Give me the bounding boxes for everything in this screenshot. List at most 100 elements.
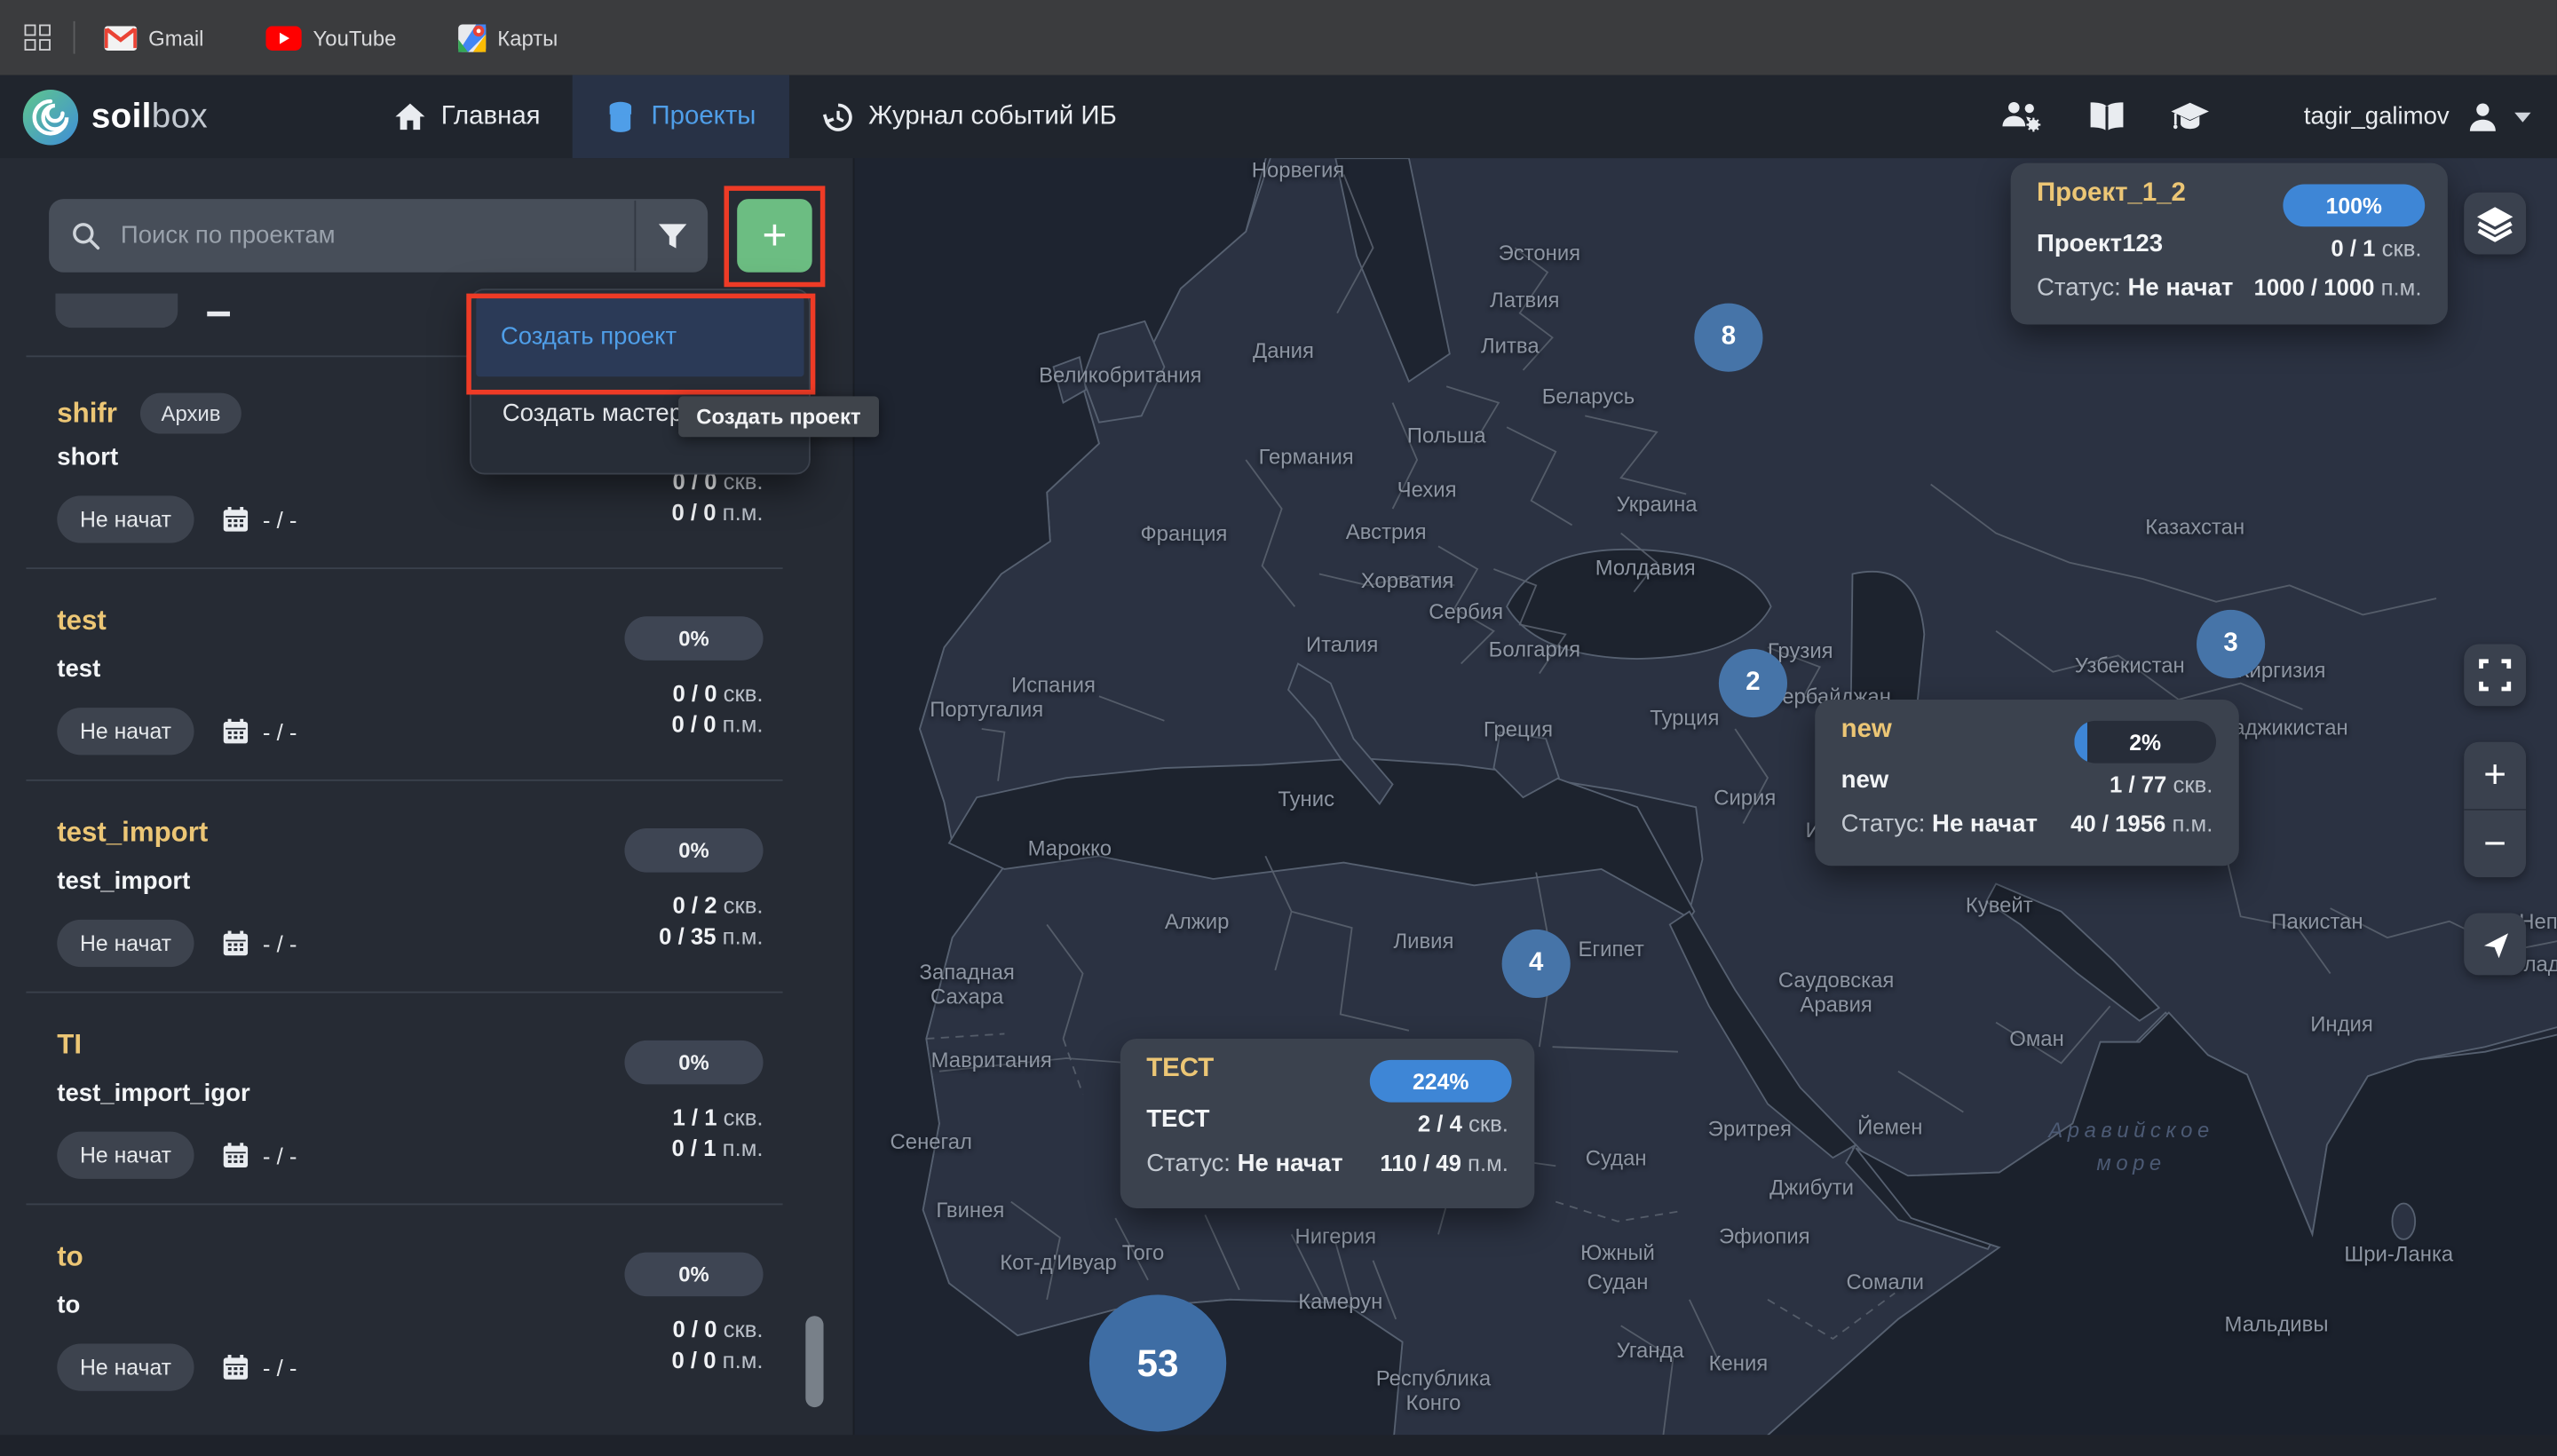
locate-button[interactable] xyxy=(2464,914,2526,976)
map-country-label: Египет xyxy=(1578,937,1643,961)
divider xyxy=(74,21,75,54)
divider xyxy=(26,567,782,569)
training-button[interactable] xyxy=(2168,100,2211,133)
filter-button[interactable] xyxy=(636,221,708,250)
nav-home-label: Главная xyxy=(441,102,541,131)
map-country-label: Сомали xyxy=(1846,1270,1924,1294)
project-status-row: Не начат - / - xyxy=(57,495,297,542)
project-card[interactable]: to to 0% 0 / 0 скв. 0 / 0 п.м. Не начат … xyxy=(0,1223,853,1436)
bookmark-maps[interactable]: Карты xyxy=(458,24,558,51)
meters-count: 0 / 0 п.м. xyxy=(671,1347,763,1373)
apps-grid-icon[interactable] xyxy=(25,25,51,51)
search-input[interactable] xyxy=(117,220,634,251)
meters-count: 110 / 49 п.м. xyxy=(1380,1150,1508,1175)
map-country-label: Уганда xyxy=(1617,1338,1684,1363)
nav-home[interactable]: Главная xyxy=(363,75,574,158)
project-subtitle: short xyxy=(57,444,118,471)
user-avatar-icon xyxy=(2466,99,2500,134)
brand[interactable]: soilbox xyxy=(23,89,208,144)
status-badge: Не начат xyxy=(57,1132,194,1179)
calendar-icon xyxy=(222,505,249,533)
menu-item-create-project[interactable]: Создать проект xyxy=(476,297,804,376)
docs-button[interactable] xyxy=(2087,101,2126,132)
progress-pill: 100% xyxy=(2283,185,2425,227)
map-country-label: Сирия xyxy=(1714,785,1776,810)
status-line: Статус: Не начат xyxy=(2037,274,2233,302)
map-cluster-marker[interactable]: 8 xyxy=(1694,304,1762,372)
map-country-label: Португалия xyxy=(930,697,1043,722)
user-menu[interactable]: tagir_galimov xyxy=(2304,99,2531,134)
meters-count: 0 / 35 п.м. xyxy=(659,923,763,949)
map-canvas[interactable]: НорвегияЭстонияЛатвияЛитваДанияВеликобри… xyxy=(853,158,2557,1435)
map-cluster-marker[interactable]: 53 xyxy=(1089,1294,1226,1431)
map-country-label: Болгария xyxy=(1489,637,1580,661)
progress-pill: 0% xyxy=(624,828,763,873)
map-popup-test[interactable]: ТЕСТ 224% ТЕСТ 2 / 4 скв. Статус: Не нач… xyxy=(1120,1039,1535,1208)
map-country-label: Марокко xyxy=(1028,835,1112,860)
truncated-card-dash xyxy=(207,312,230,317)
project-name[interactable]: test xyxy=(57,605,107,637)
map-country-label: Турция xyxy=(1650,705,1719,730)
map-country-label: Франция xyxy=(1141,521,1228,546)
layers-button[interactable] xyxy=(2464,193,2526,255)
map-country-label: Испания xyxy=(1011,673,1096,698)
map-country-label: Алжир xyxy=(1165,909,1229,934)
map-country-label: Сербия xyxy=(1429,599,1503,624)
nav-projects-label: Проекты xyxy=(652,102,756,131)
project-name[interactable]: test_import xyxy=(57,817,208,850)
project-search[interactable] xyxy=(49,199,708,273)
map-country-label: Германия xyxy=(1259,445,1354,470)
bookmark-gmail[interactable]: Gmail xyxy=(105,25,204,50)
map-country-label: Латвия xyxy=(1490,288,1559,313)
project-card[interactable]: test_import test_import 0% 0 / 2 скв. 0 … xyxy=(0,799,853,1011)
map-country-label: Кот-д'Ивуар xyxy=(1000,1250,1117,1275)
popup-project-subtitle: new xyxy=(1841,766,1889,794)
fullscreen-button[interactable] xyxy=(2464,644,2526,706)
database-icon xyxy=(606,100,637,133)
project-card[interactable]: test test 0% 0 / 0 скв. 0 / 0 п.м. Не на… xyxy=(0,587,853,799)
map-country-label: Греция xyxy=(1484,716,1553,741)
project-subtitle: test_import_igor xyxy=(57,1080,249,1107)
popup-project-name[interactable]: Проект_1_2 xyxy=(2037,179,2186,209)
search-icon xyxy=(70,220,101,251)
status-line: Статус: Не начат xyxy=(1841,811,2038,838)
project-name[interactable]: TI xyxy=(57,1029,82,1062)
map-popup-project-1-2[interactable]: Проект_1_2 100% Проект123 0 / 1 скв. Ста… xyxy=(2011,163,2448,325)
brand-name: soilbox xyxy=(91,97,208,136)
users-admin-button[interactable] xyxy=(1999,99,2044,134)
nav-journal[interactable]: Журнал событий ИБ xyxy=(788,75,1149,158)
project-subtitle: to xyxy=(57,1292,80,1319)
zoom-in-button[interactable]: + xyxy=(2464,742,2526,809)
add-project-button[interactable]: + xyxy=(737,199,811,273)
bookmark-youtube[interactable]: YouTube xyxy=(265,25,396,50)
project-name[interactable]: to xyxy=(57,1241,83,1274)
map-country-label: Пакистан xyxy=(2271,909,2363,934)
project-dates: - / - xyxy=(263,1354,297,1380)
nav-projects[interactable]: Проекты xyxy=(573,75,788,158)
map-cluster-marker[interactable]: 3 xyxy=(2197,610,2265,678)
project-card[interactable]: TI test_import_igor 0% 1 / 1 скв. 0 / 1 … xyxy=(0,1011,853,1223)
history-icon xyxy=(821,100,854,133)
meters-count: 0 / 1 п.м. xyxy=(671,1135,763,1160)
create-dropdown-menu: Создать проект Создать мастер xyxy=(470,289,811,474)
bottom-strip xyxy=(0,1435,2557,1456)
popup-project-name[interactable]: ТЕСТ xyxy=(1146,1055,1214,1084)
map-country-label: Чехия xyxy=(1397,477,1457,502)
map-country-label: Западная xyxy=(920,960,1015,985)
map-country-label: Камерун xyxy=(1298,1289,1382,1314)
zoom-out-button[interactable]: − xyxy=(2464,811,2526,877)
project-name[interactable]: shifrАрхив xyxy=(57,393,241,434)
map-cluster-marker[interactable]: 4 xyxy=(1502,930,1571,998)
map-country-label: Мальдивы xyxy=(2225,1312,2329,1337)
map-popup-new[interactable]: new 2% new 1 / 77 скв. Статус: Не начат … xyxy=(1815,700,2239,866)
map-country-label: Оман xyxy=(2009,1026,2063,1051)
map-country-label: Эфиопия xyxy=(1719,1223,1810,1248)
project-subtitle: test xyxy=(57,655,100,683)
wells-count: 0 / 0 скв. xyxy=(672,1316,763,1341)
status-badge: Не начат xyxy=(57,495,194,542)
open-book-icon xyxy=(2087,101,2126,132)
bookmark-label: Gmail xyxy=(148,25,203,50)
popup-project-name[interactable]: new xyxy=(1841,716,1892,745)
map-cluster-marker[interactable]: 2 xyxy=(1719,649,1787,717)
sidebar-scrollbar[interactable] xyxy=(805,1316,823,1407)
